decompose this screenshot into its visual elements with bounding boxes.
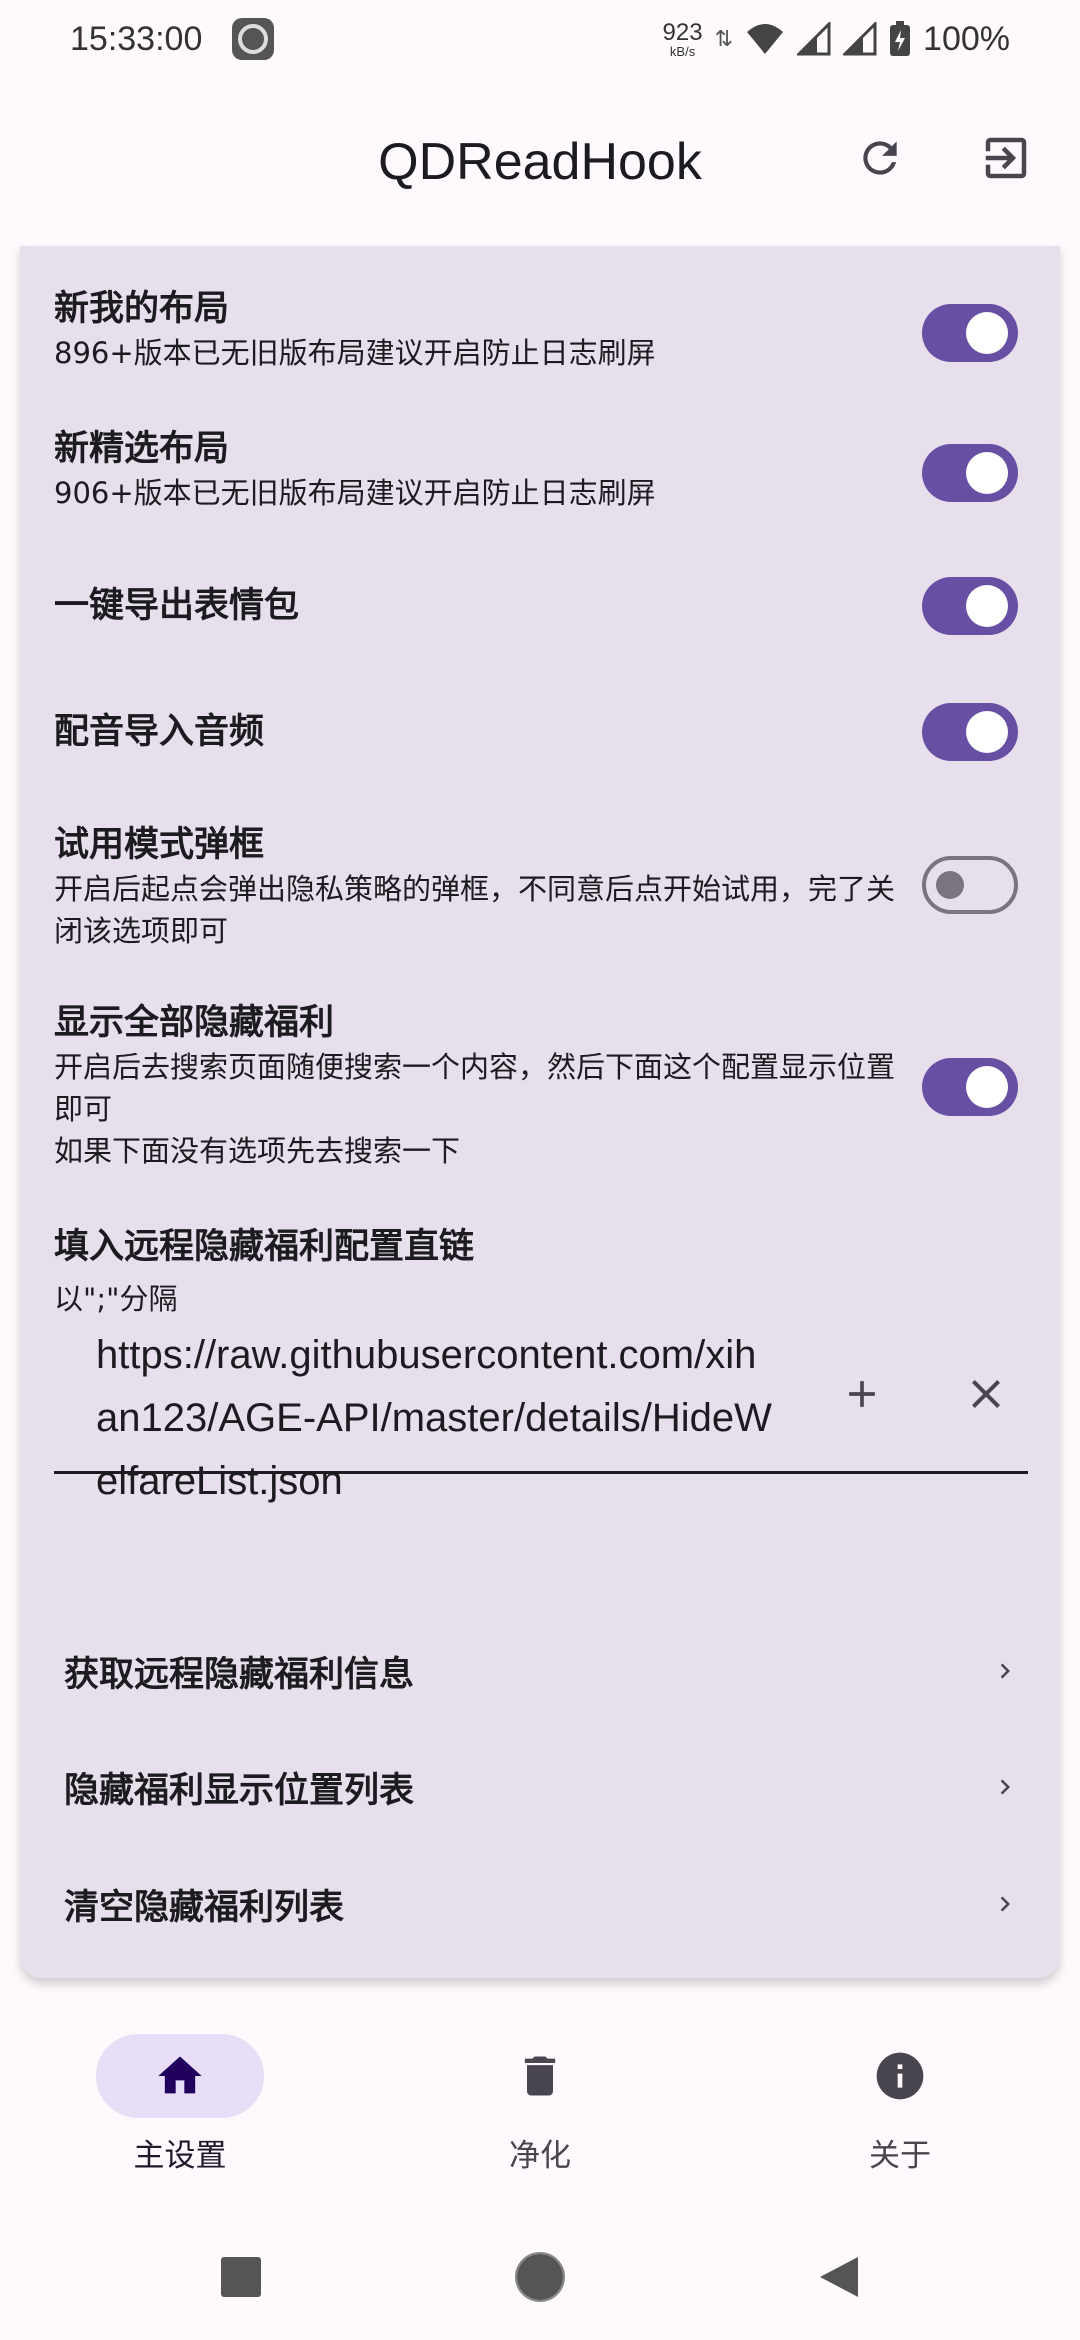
exit-icon xyxy=(985,137,1027,179)
app-title: QDReadHook xyxy=(378,133,702,191)
tab-main-settings[interactable]: 主设置 xyxy=(0,2004,360,2214)
toggle-switch[interactable] xyxy=(922,577,1018,635)
toggle-switch[interactable] xyxy=(922,856,1018,914)
refresh-button[interactable] xyxy=(840,118,920,198)
wifi-icon xyxy=(747,24,784,54)
tab-label: 关于 xyxy=(869,2138,931,2174)
setting-trial-mode-dialog[interactable]: 试用模式弹框 开启后起点会弹出隐私策略的弹框，不同意后点开始试用，完了关闭该选项… xyxy=(54,822,1050,952)
setting-import-dubbing-audio[interactable]: 配音导入音频 xyxy=(54,703,1050,761)
data-arrows-icon: ⇅ xyxy=(714,26,734,52)
bottom-navigation: 主设置 净化 关于 xyxy=(0,2004,1080,2214)
clear-hidden-welfare-list[interactable]: 清空隐藏福利列表 xyxy=(64,1849,1034,1959)
remote-config-title: 填入远程隐藏福利配置直链 xyxy=(54,1227,475,1267)
setting-desc: 开启后去搜索页面随便搜索一个内容，然后下面这个配置显示位置即可 如果下面没有选项… xyxy=(54,1050,896,1168)
remote-config-desc: 以";"分隔 xyxy=(54,1282,178,1316)
nav-item-label: 清空隐藏福利列表 xyxy=(64,1887,345,1928)
nav-item-label: 隐藏福利显示位置列表 xyxy=(64,1770,415,1811)
toggle-switch[interactable] xyxy=(922,703,1018,761)
toggle-switch[interactable] xyxy=(922,444,1018,502)
trash-icon xyxy=(524,2056,556,2096)
setting-desc: 896+版本已无旧版布局建议开启防止日志刷屏 xyxy=(54,336,656,370)
network-speed-value: 923 xyxy=(662,18,703,46)
setting-new-my-layout[interactable]: 新我的布局 896+版本已无旧版布局建议开启防止日志刷屏 xyxy=(54,286,1050,374)
status-icons: 923 kB/s ⇅ 100% xyxy=(663,20,1010,59)
system-navigation-bar xyxy=(0,2214,1080,2340)
notification-app-icon xyxy=(232,18,275,60)
tab-indicator xyxy=(456,2034,624,2118)
network-speed-unit: kB/s xyxy=(669,43,696,59)
hidden-welfare-position-list[interactable]: 隐藏福利显示位置列表 xyxy=(64,1732,1034,1842)
battery-charging-icon xyxy=(890,21,911,56)
settings-card: 新我的布局 896+版本已无旧版布局建议开启防止日志刷屏 新精选布局 906+版… xyxy=(20,246,1060,1978)
setting-desc: 906+版本已无旧版布局建议开启防止日志刷屏 xyxy=(54,476,656,510)
tab-indicator xyxy=(816,2034,984,2118)
nav-item-label: 获取远程隐藏福利信息 xyxy=(64,1654,415,1695)
triangle-back-icon xyxy=(820,2257,858,2297)
home-button[interactable] xyxy=(513,2250,567,2304)
tab-indicator xyxy=(96,2034,264,2118)
setting-title: 配音导入音频 xyxy=(54,712,265,752)
exit-button[interactable] xyxy=(966,118,1046,198)
battery-percent: 100% xyxy=(923,19,1010,58)
close-icon xyxy=(972,1380,1000,1408)
setting-title: 试用模式弹框 xyxy=(54,825,265,865)
chevron-right-icon xyxy=(990,1889,1020,1919)
setting-title: 显示全部隐藏福利 xyxy=(54,1003,335,1043)
signal-icon xyxy=(797,22,831,56)
add-url-button[interactable] xyxy=(824,1356,900,1432)
setting-title: 一键导出表情包 xyxy=(54,586,300,626)
clear-url-button[interactable] xyxy=(948,1356,1024,1432)
tab-label: 主设置 xyxy=(133,2138,227,2174)
remote-url-input[interactable]: https://raw.githubusercontent.com/xihan1… xyxy=(96,1324,776,1513)
app-bar: QDReadHook xyxy=(0,78,1080,246)
setting-desc: 开启后起点会弹出隐私策略的弹框，不同意后点开始试用，完了关闭该选项即可 xyxy=(54,872,896,948)
home-icon xyxy=(158,2056,202,2094)
chevron-right-icon xyxy=(990,1656,1020,1686)
toggle-switch[interactable] xyxy=(922,304,1018,362)
recents-button[interactable] xyxy=(214,2250,268,2304)
toggle-switch[interactable] xyxy=(922,1058,1018,1116)
plus-icon xyxy=(849,1381,875,1407)
info-icon xyxy=(876,2052,924,2100)
signal-icon-2 xyxy=(843,22,877,56)
refresh-icon xyxy=(863,141,897,175)
network-speed: 923 kB/s xyxy=(662,18,703,59)
tab-label: 净化 xyxy=(509,2138,571,2174)
back-button[interactable] xyxy=(812,2250,866,2304)
square-icon xyxy=(221,2257,261,2297)
remote-config-section: 填入远程隐藏福利配置直链 以";"分隔 xyxy=(54,1224,1050,1320)
fetch-remote-welfare-info[interactable]: 获取远程隐藏福利信息 xyxy=(64,1616,1034,1726)
status-time: 15:33:00 xyxy=(70,19,203,58)
tab-purify[interactable]: 净化 xyxy=(360,2004,720,2214)
setting-show-hidden-welfare[interactable]: 显示全部隐藏福利 开启后去搜索页面随便搜索一个内容，然后下面这个配置显示位置即可… xyxy=(54,1000,1050,1172)
remote-url-field[interactable]: https://raw.githubusercontent.com/xihan1… xyxy=(54,1324,1028,1503)
setting-new-featured-layout[interactable]: 新精选布局 906+版本已无旧版布局建议开启防止日志刷屏 xyxy=(54,426,1050,514)
status-bar: 15:33:00 923 kB/s ⇅ 100% xyxy=(0,0,1080,78)
setting-export-stickers[interactable]: 一键导出表情包 xyxy=(54,577,1050,635)
chevron-right-icon xyxy=(990,1772,1020,1802)
circle-icon xyxy=(515,2252,565,2302)
setting-title: 新精选布局 xyxy=(54,429,230,469)
tab-about[interactable]: 关于 xyxy=(720,2004,1080,2214)
setting-title: 新我的布局 xyxy=(54,289,230,329)
